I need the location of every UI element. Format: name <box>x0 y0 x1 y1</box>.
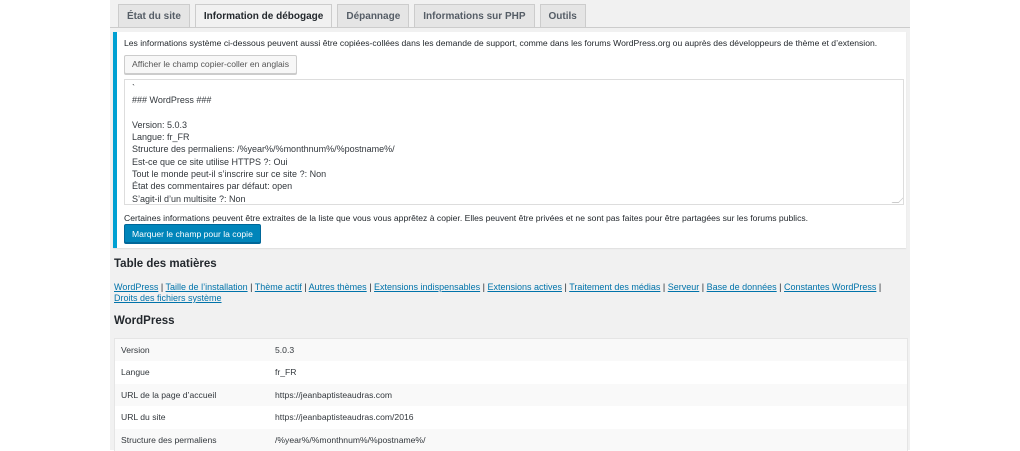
textarea-line: Langue: fr_FR <box>132 132 190 143</box>
debug-info-textarea[interactable]: ` ### WordPress ### Version: 5.0.3 Langu… <box>124 79 904 205</box>
row-key: Version <box>121 345 150 355</box>
textarea-line: État des commentaires par défaut: open <box>132 181 293 192</box>
toc-separator: | <box>247 282 255 292</box>
toc-link-wordpress[interactable]: WordPress <box>114 282 158 292</box>
toc-link-filesystem[interactable]: Droits des fichiers système <box>114 293 222 303</box>
toc-link-database[interactable]: Base de données <box>707 282 777 292</box>
tab-debug-info[interactable]: Information de débogage <box>194 4 333 28</box>
tab-tools[interactable]: Outils <box>539 4 586 27</box>
textarea-line: Est-ce que ce site utilise HTTPS ?: Oui <box>132 156 288 167</box>
table-row: Structure des permaliens /%year%/%monthn… <box>115 428 907 451</box>
tab-site-status[interactable]: État du site <box>118 4 190 27</box>
row-key: URL du site <box>121 412 166 423</box>
row-value: fr_FR <box>275 367 297 378</box>
tab-divider <box>110 27 910 28</box>
wordpress-info-table: Version 5.0.3 Langue fr_FR URL de la pag… <box>114 338 908 451</box>
tab-troubleshooting[interactable]: Dépannage <box>337 4 410 27</box>
wordpress-section-heading: WordPress <box>114 315 175 327</box>
row-value: https://jeanbaptisteaudras.com/2016 <box>275 412 414 423</box>
toc-link-active-plugins[interactable]: Extensions actives <box>487 282 562 292</box>
textarea-line <box>132 107 896 119</box>
toc-separator: | <box>366 282 375 292</box>
site-health-panel: État du site Information de débogage Dép… <box>110 0 910 451</box>
toc-separator: | <box>158 282 166 292</box>
toc-link-server[interactable]: Serveur <box>668 282 700 292</box>
show-english-button[interactable]: Afficher le champ copier-coller en angla… <box>124 55 297 74</box>
row-value: https://jeanbaptisteaudras.com <box>275 389 393 400</box>
toc-link-mu-plugins[interactable]: Extensions indispensables <box>374 282 480 292</box>
toc-separator: | <box>301 282 309 292</box>
notice-intro-text: Les informations système ci-dessous peuv… <box>124 38 878 48</box>
toc-link-active-theme[interactable]: Thème actif <box>255 282 302 292</box>
table-row: Version 5.0.3 <box>115 339 907 362</box>
row-value: 5.0.3 <box>275 345 295 355</box>
copy-notice: Les informations système ci-dessous peuv… <box>113 32 906 248</box>
toc-separator: | <box>776 282 785 292</box>
row-key: Structure des permaliens <box>121 434 217 445</box>
tab-bar: État du site Information de débogage Dép… <box>118 4 586 28</box>
table-row: Langue fr_FR <box>115 361 907 383</box>
privacy-warning-text: Certaines informations peuvent être extr… <box>124 213 809 223</box>
toc-link-constants[interactable]: Constantes WordPress <box>784 282 876 292</box>
toc-heading: Table des matières <box>114 258 217 270</box>
textarea-line: Tout le monde peut-il s’inscrire sur ce … <box>132 169 327 180</box>
toc-link-install-size[interactable]: Taille de l’installation <box>166 282 248 292</box>
table-row: URL de la page d’accueil https://jeanbap… <box>115 383 907 407</box>
toc-links: WordPress | Taille de l’installation | T… <box>114 282 906 304</box>
textarea-line: Structure des permaliens: /%year%/%month… <box>132 144 395 155</box>
toc-separator: | <box>699 282 707 292</box>
row-key: URL de la page d’accueil <box>121 389 217 400</box>
row-value: /%year%/%monthnum%/%postname%/ <box>275 434 426 445</box>
table-row: URL du site https://jeanbaptisteaudras.c… <box>115 406 907 428</box>
toc-link-other-themes[interactable]: Autres thèmes <box>309 282 367 292</box>
textarea-line: ` <box>132 83 135 93</box>
row-key: Langue <box>121 367 150 378</box>
tab-php-info[interactable]: Informations sur PHP <box>414 4 535 27</box>
mark-for-copy-button[interactable]: Marquer le champ pour la copie <box>124 224 261 243</box>
textarea-line: ### WordPress ### <box>132 95 212 106</box>
toc-separator: | <box>876 282 882 292</box>
toc-link-media[interactable]: Traitement des médias <box>569 282 660 292</box>
textarea-line: Version: 5.0.3 <box>132 119 188 130</box>
textarea-line: S’agit-il d’un multisite ?: Non <box>132 193 246 204</box>
toc-separator: | <box>660 282 668 292</box>
